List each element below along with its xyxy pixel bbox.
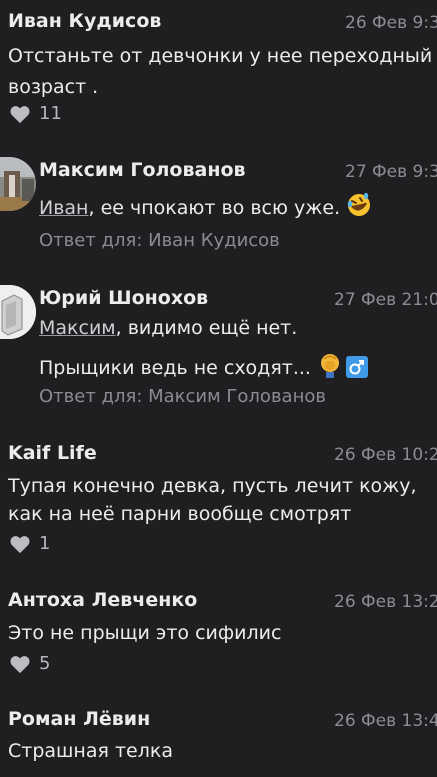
avatar[interactable] [0, 157, 36, 211]
heart-icon [9, 534, 31, 554]
mention-link[interactable]: Максим [39, 317, 116, 339]
facepalm-emoji-icon [317, 352, 343, 388]
comment-text-rest: , ее чпокают во всю уже. [88, 197, 341, 219]
heart-icon [9, 104, 31, 124]
comment-reply: Юрий Шонохов 27 Фев 21:0 Максим, видимо … [0, 278, 437, 418]
comment-author[interactable]: Иван Кудисов [8, 10, 161, 32]
reply-to-label: Ответ для: Иван Кудисов [39, 230, 280, 251]
comment-text-line: как на неё парни вообще смотрят [8, 503, 352, 525]
comment: Антоха Левченко 26 Фев 13:2 Это не прыщи… [0, 578, 437, 688]
comment-text: Иван, ее чпокают во всю уже. [39, 192, 372, 228]
comment-text-rest: , видимо ещё нет. [115, 317, 298, 339]
comment-text-line: Страшная телка [8, 740, 173, 762]
comment: Роман Лёвин 26 Фев 13:4 Страшная телка [0, 698, 437, 777]
comment-date: 27 Фев 21:0 [334, 290, 437, 310]
heart-icon [9, 654, 31, 674]
comment-author[interactable]: Максим Голованов [39, 159, 246, 181]
comment: Kaif Life 26 Фев 10:2 Тупая конечно девк… [0, 430, 437, 560]
mention-link[interactable]: Иван [39, 197, 88, 219]
rofl-emoji-icon [346, 192, 372, 228]
comment-text-line: Тупая конечно девка, пусть лечит кожу, [8, 475, 417, 497]
comment-text-line: Прыщики ведь не сходят... [39, 352, 368, 388]
comment: Иван Кудисов 26 Фев 9:3 Отстаньте от дев… [0, 0, 437, 140]
avatar[interactable] [0, 285, 36, 339]
comment-date: 26 Фев 10:2 [334, 445, 437, 465]
comment-date: 26 Фев 13:2 [334, 592, 437, 612]
comment-date: 26 Фев 9:3 [345, 13, 437, 33]
comment-text-line: Это не прыщи это сифилис [8, 622, 282, 644]
like-button[interactable]: 11 [9, 103, 62, 124]
comment-text-line: возраст . [8, 76, 99, 98]
like-count: 1 [39, 533, 51, 554]
comment-date: 27 Фев 9:3 [345, 162, 437, 182]
comment-reply: Максим Голованов 27 Фев 9:3 Иван, ее чпо… [0, 150, 437, 260]
male-sign-emoji-icon [345, 356, 368, 388]
comment-date: 26 Фев 13:4 [334, 711, 437, 731]
comment-author[interactable]: Kaif Life [8, 442, 97, 464]
comment-author[interactable]: Антоха Левченко [8, 589, 197, 611]
comment-text-line: Отстаньте от девчонки у нее переходный [8, 45, 433, 67]
like-button[interactable]: 1 [9, 533, 50, 554]
reply-to-label: Ответ для: Максим Голованов [39, 386, 326, 407]
comment-author[interactable]: Роман Лёвин [8, 708, 150, 730]
comment-author[interactable]: Юрий Шонохов [39, 287, 208, 309]
comment-text-line2: Прыщики ведь не сходят... [39, 357, 311, 379]
comment-text: Максим, видимо ещё нет. [39, 313, 297, 344]
like-count: 5 [39, 653, 51, 674]
like-count: 11 [39, 103, 62, 124]
like-button[interactable]: 5 [9, 653, 50, 674]
